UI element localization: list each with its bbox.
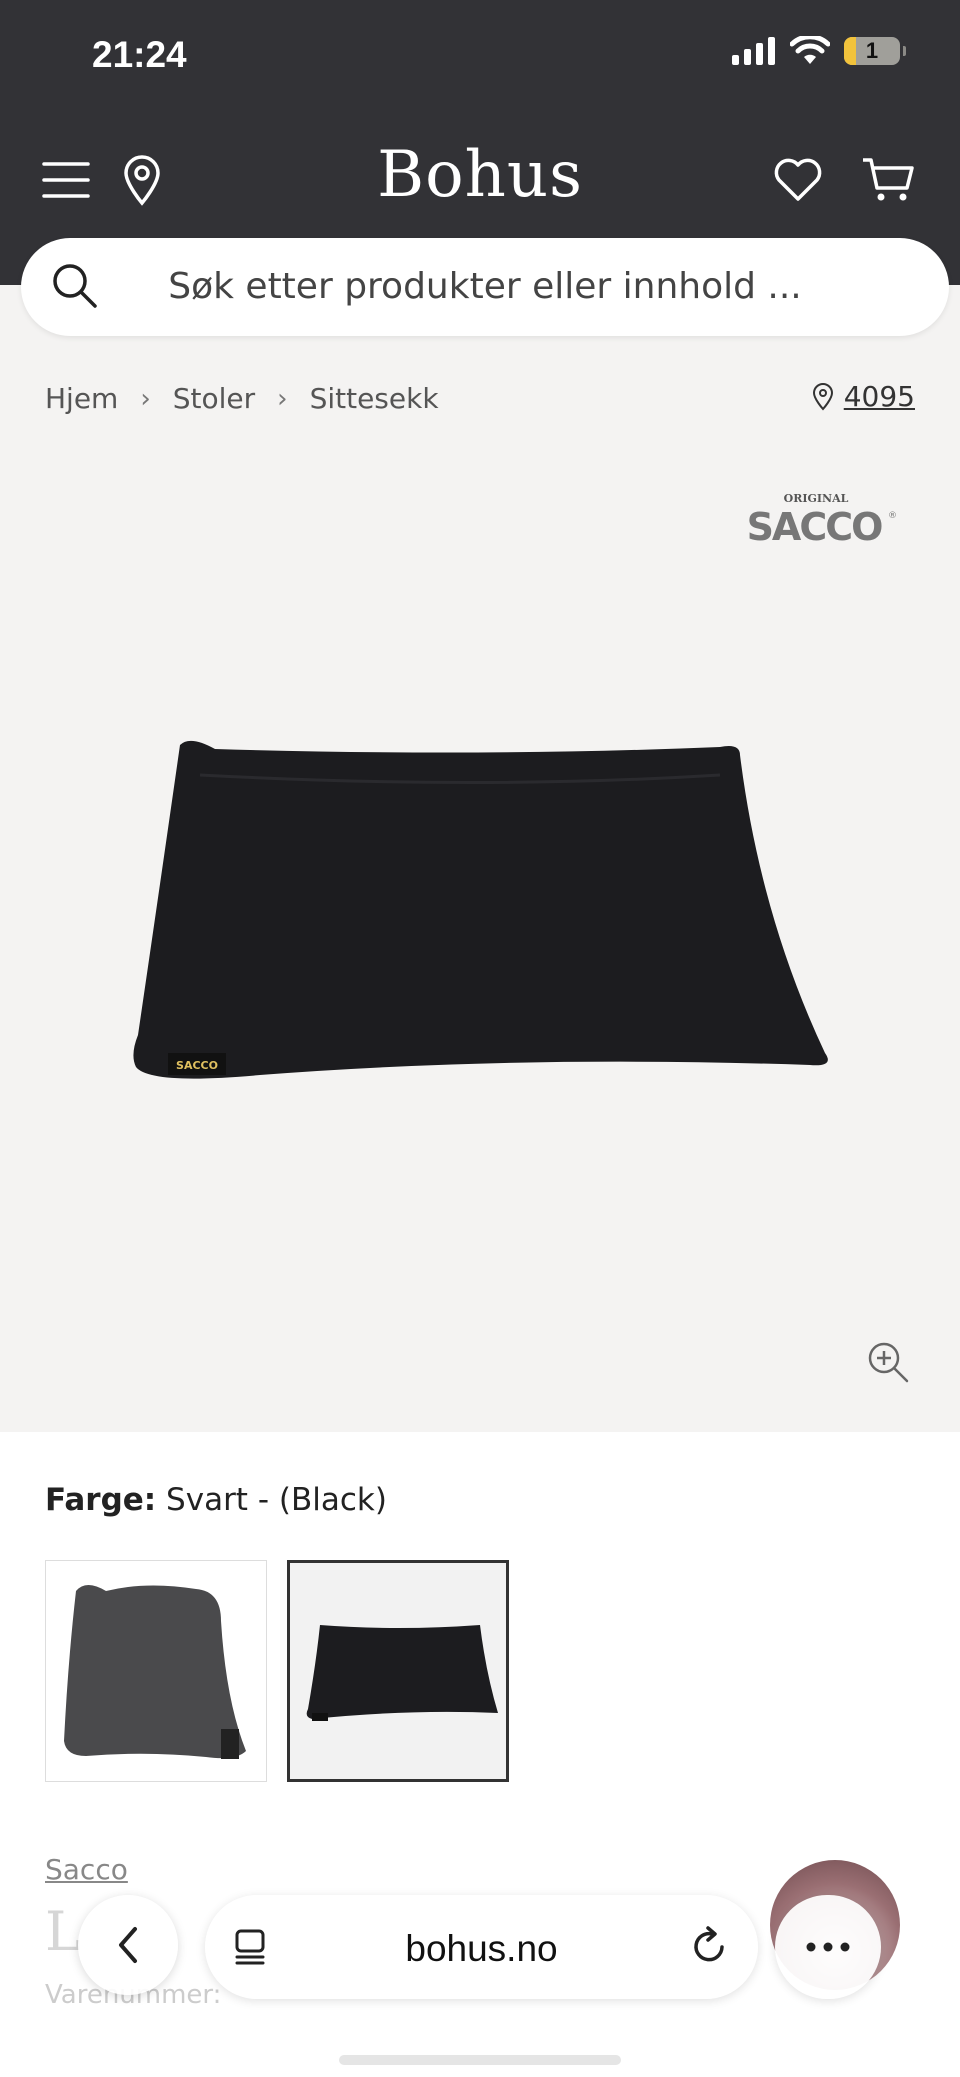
signal-icon: [732, 37, 775, 65]
svg-text:SACCO: SACCO: [747, 505, 883, 548]
svg-text:SACCO: SACCO: [176, 1059, 218, 1072]
color-swatch-grey[interactable]: [45, 1560, 267, 1782]
heart-icon[interactable]: [768, 150, 828, 210]
store-selector[interactable]: 4095: [812, 380, 915, 413]
address-bar[interactable]: bohus.no: [205, 1895, 758, 1999]
wifi-icon: [790, 36, 830, 64]
search-input[interactable]: Søk etter produkter eller innhold ...: [21, 238, 949, 336]
swatch-image: [306, 1625, 498, 1721]
sacco-brand-logo: ORIGINAL SACCO ®: [747, 492, 896, 548]
color-selection: Farge: Svart - (Black): [45, 1482, 387, 1518]
svg-text:ORIGINAL: ORIGINAL: [784, 492, 849, 505]
color-swatch-black[interactable]: [287, 1560, 509, 1782]
breadcrumb: Hjem › Stoler › Sittesekk: [45, 382, 439, 415]
color-label: Farge:: [45, 1482, 157, 1518]
cart-icon[interactable]: [858, 150, 918, 210]
reload-icon[interactable]: [690, 1925, 730, 1969]
chevron-right-icon: ›: [277, 383, 288, 414]
store-number[interactable]: 4095: [844, 380, 915, 413]
chevron-left-icon: [119, 1927, 137, 1963]
color-value: Svart - (Black): [166, 1482, 387, 1518]
swatch-image: [64, 1585, 246, 1759]
zoom-in-icon[interactable]: [866, 1340, 910, 1384]
location-pin-icon: [812, 382, 833, 410]
chevron-right-icon: ›: [140, 383, 151, 414]
svg-text:®: ®: [888, 511, 896, 521]
breadcrumb-stoler[interactable]: Stoler: [173, 382, 255, 415]
browser-toolbar: bohus.no: [0, 1870, 960, 2010]
product-image[interactable]: SACCO: [120, 735, 840, 1085]
browser-back-button[interactable]: [78, 1895, 178, 1995]
home-indicator: [339, 2055, 621, 2065]
breadcrumb-sittesekk[interactable]: Sittesekk: [310, 382, 439, 415]
more-dots-icon: [806, 1942, 850, 1952]
url-text: bohus.no: [405, 1928, 558, 1969]
more-options-button[interactable]: [775, 1895, 881, 1999]
status-bar: 21:24 1: [0, 0, 960, 110]
battery-icon: 1: [844, 37, 906, 65]
search-placeholder: Søk etter produkter eller innhold ...: [168, 266, 802, 307]
status-icons: 1: [732, 36, 906, 66]
status-time: 21:24: [92, 34, 187, 75]
breadcrumb-home[interactable]: Hjem: [45, 382, 118, 415]
